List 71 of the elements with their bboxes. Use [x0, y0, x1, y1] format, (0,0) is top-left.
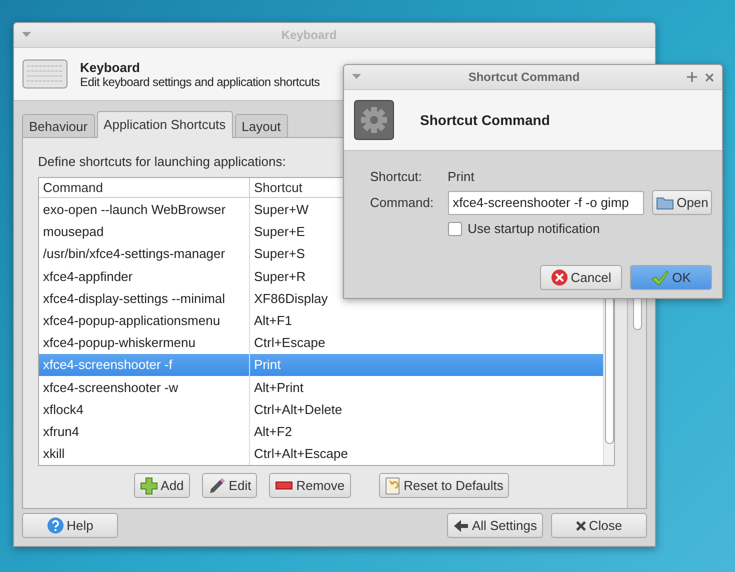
cancel-button[interactable]: Cancel [540, 265, 622, 290]
pencil-icon [208, 476, 226, 494]
close-button[interactable]: Close [551, 513, 647, 538]
shortcut-cell-text: XF86Display [253, 290, 329, 306]
command-cell: /usr/bin/xfce4-settings-manager [39, 242, 250, 265]
command-cell: xfrun4 [39, 420, 250, 443]
shortcut-cell-text: Super+E [253, 224, 306, 240]
command-field[interactable]: xfce4-screenshooter -f -o gimp [448, 190, 644, 214]
table-row[interactable]: xfce4-popup-applicationsmenu Alt+F1 [39, 309, 603, 332]
window-menu-icon [22, 32, 31, 38]
reset-button[interactable]: Reset to Defaults [378, 473, 510, 498]
help-icon [46, 517, 64, 534]
intro-text: Define shortcuts for launching applications: [38, 154, 287, 169]
cancel-icon [550, 269, 568, 286]
dialog-header-title: Shortcut Command [420, 112, 550, 128]
table-row[interactable]: xfce4-screenshooter -w Alt+Print [39, 376, 603, 398]
open-button[interactable]: Open [652, 190, 712, 215]
command-cell: xfce4-appfinder [39, 264, 250, 288]
shortcut-cell-text: Alt+F1 [253, 313, 293, 328]
command-cell: xkill [39, 442, 250, 465]
command-cell: mousepad [39, 220, 250, 243]
shortcut-cell-text: Alt+Print [253, 380, 304, 395]
ok-button[interactable]: OK [630, 265, 712, 290]
table-row[interactable]: /usr/bin/xfce4-settings-manager Super+S [39, 242, 603, 265]
command-cell: exo-open --launch WebBrowser [39, 198, 250, 221]
checkbox[interactable] [448, 222, 462, 236]
command-cell: xfce4-screenshooter -w [39, 376, 250, 398]
shortcut-cell-text: Super+S [253, 246, 306, 262]
shortcut-cell-text: Super+R [253, 268, 307, 284]
window-menu-icon [352, 74, 361, 80]
shortcut-cell-text: Print [253, 357, 282, 372]
keyboard-icon [22, 57, 68, 91]
revert-icon [384, 476, 401, 494]
dialog-title: Shortcut Command [467, 70, 581, 84]
header-subtitle: Edit keyboard settings and application shortcuts [80, 74, 320, 88]
tab[interactable]: Application Shortcuts [96, 111, 233, 138]
shortcut-cell-text: Alt+F2 [253, 424, 293, 440]
close-icon [576, 520, 586, 530]
table-row[interactable]: xflock4 Ctrl+Alt+Delete [39, 398, 603, 421]
command-cell: xfce4-screenshooter -f [39, 354, 250, 376]
add-button[interactable]: Add [134, 473, 190, 498]
plus-icon [140, 476, 158, 494]
checkbox-label: Use startup notification [468, 221, 600, 236]
shortcut-cell-text: Ctrl+Alt+Escape [253, 446, 349, 462]
table-row[interactable]: xfrun4 Alt+F2 [39, 420, 603, 443]
tab[interactable]: Layout [234, 114, 288, 137]
header-title: Keyboard [80, 60, 141, 74]
command-cell: xfce4-popup-applicationsmenu [39, 309, 250, 332]
column-header[interactable]: Command [39, 178, 250, 198]
edit-button[interactable]: Edit [202, 473, 258, 498]
command-cell: xflock4 [39, 398, 250, 421]
shortcut-cell-text: Super+W [253, 202, 310, 217]
help-button[interactable]: Help [22, 513, 118, 538]
gear-icon [354, 100, 394, 140]
checkmark-icon [651, 270, 670, 286]
command-cell: xfce4-display-settings --minimal [39, 287, 250, 310]
close-icon [705, 72, 714, 82]
maximize-icon [687, 72, 697, 82]
shortcut-cell-text: Ctrl+Alt+Delete [253, 402, 344, 417]
tab[interactable]: Behaviour [22, 114, 95, 137]
left-arrow-icon [453, 518, 469, 532]
table-row[interactable]: xfce4-display-settings --minimal XF86Display [39, 287, 603, 310]
remove-button[interactable]: Remove [269, 473, 351, 498]
folder-icon [656, 196, 674, 210]
command-label: Command: [370, 195, 434, 210]
shortcut-value: Print [448, 169, 476, 184]
shortcut-cell-text: Ctrl+Escape [253, 335, 326, 350]
minus-icon [275, 480, 294, 490]
all-settings-button[interactable]: All Settings [447, 513, 543, 538]
table-row[interactable]: xkill Ctrl+Alt+Escape [39, 442, 603, 465]
shortcut-label: Shortcut: [370, 169, 424, 184]
